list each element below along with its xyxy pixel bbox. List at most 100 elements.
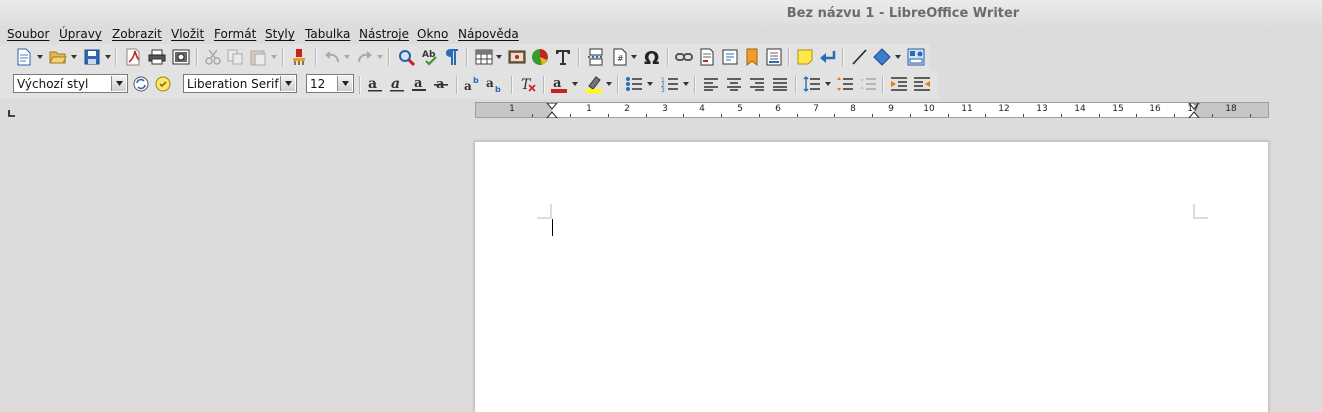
numbering-icon[interactable]: 123 bbox=[659, 73, 681, 95]
ruler-label: 16 bbox=[1149, 104, 1161, 114]
font-name-select[interactable]: Liberation Serif bbox=[183, 74, 297, 93]
new-dropdown-icon[interactable] bbox=[36, 46, 43, 68]
export-pdf-icon[interactable] bbox=[122, 46, 144, 68]
ruler-label: 5 bbox=[737, 104, 743, 114]
field-dropdown-icon[interactable] bbox=[630, 46, 637, 68]
numbering-dropdown-icon[interactable] bbox=[682, 73, 689, 95]
justify-icon[interactable] bbox=[769, 73, 791, 95]
ruler-tick bbox=[947, 114, 949, 117]
paste-icon[interactable] bbox=[247, 46, 269, 68]
clear-formatting-icon[interactable]: T bbox=[517, 73, 539, 95]
menu-upravy[interactable]: Úpravy bbox=[59, 27, 102, 41]
paragraph-style-select[interactable]: Výchozí styl bbox=[13, 74, 128, 93]
bullets-dropdown-icon[interactable] bbox=[646, 73, 653, 95]
left-indent-marker[interactable] bbox=[545, 102, 559, 121]
menu-format[interactable]: Formát bbox=[214, 27, 256, 41]
horizontal-ruler[interactable]: 1 1 2 3 4 5 6 7 8 9 10 11 12 13 14 15 16… bbox=[475, 102, 1269, 121]
print-icon[interactable] bbox=[146, 46, 168, 68]
new-style-icon[interactable] bbox=[152, 73, 174, 95]
table-dropdown-icon[interactable] bbox=[495, 46, 502, 68]
bullets-icon[interactable] bbox=[623, 73, 645, 95]
shapes-dropdown-icon[interactable] bbox=[894, 46, 901, 68]
ruler-label: 15 bbox=[1112, 104, 1124, 114]
undo-dropdown-icon[interactable] bbox=[343, 46, 350, 68]
line-icon[interactable] bbox=[848, 46, 870, 68]
copy-icon[interactable] bbox=[224, 46, 246, 68]
cross-reference-icon[interactable] bbox=[719, 46, 741, 68]
redo-dropdown-icon[interactable] bbox=[376, 46, 383, 68]
underline-icon[interactable]: a bbox=[408, 73, 430, 95]
decrease-paragraph-spacing-icon[interactable] bbox=[857, 73, 879, 95]
shapes-icon[interactable] bbox=[871, 46, 893, 68]
page-break-icon[interactable] bbox=[585, 46, 607, 68]
footnote-icon[interactable] bbox=[696, 46, 718, 68]
spelling-icon[interactable]: Ab bbox=[419, 46, 441, 68]
separator bbox=[282, 48, 284, 66]
align-left-icon[interactable] bbox=[700, 73, 722, 95]
strikethrough-icon[interactable]: a bbox=[430, 73, 452, 95]
paste-dropdown-icon[interactable] bbox=[270, 46, 277, 68]
menu-tabulka[interactable]: Tabulka bbox=[305, 27, 350, 41]
highlighting-dropdown-icon[interactable] bbox=[605, 73, 612, 95]
increase-indent-icon[interactable] bbox=[888, 73, 910, 95]
svg-text:b: b bbox=[473, 76, 479, 85]
print-preview-icon[interactable] bbox=[170, 46, 192, 68]
find-replace-icon[interactable] bbox=[395, 46, 417, 68]
align-right-icon[interactable] bbox=[746, 73, 768, 95]
menu-soubor[interactable]: Soubor bbox=[7, 27, 49, 41]
open-dropdown-icon[interactable] bbox=[70, 46, 77, 68]
comment-icon[interactable] bbox=[794, 46, 816, 68]
cut-icon[interactable] bbox=[202, 46, 224, 68]
tab-type-icon[interactable] bbox=[8, 106, 15, 117]
save-icon[interactable] bbox=[81, 46, 103, 68]
new-document-icon[interactable] bbox=[13, 46, 35, 68]
superscript-icon[interactable]: ab bbox=[462, 73, 484, 95]
ruler-tick bbox=[1136, 114, 1138, 117]
chevron-down-icon[interactable] bbox=[337, 76, 352, 91]
special-character-icon[interactable]: Ω bbox=[641, 46, 663, 68]
line-spacing-icon[interactable] bbox=[801, 73, 823, 95]
formatting-marks-icon[interactable] bbox=[441, 46, 463, 68]
image-icon[interactable] bbox=[506, 46, 528, 68]
decrease-indent-icon[interactable] bbox=[911, 73, 933, 95]
menu-okno[interactable]: Okno bbox=[417, 27, 448, 41]
menu-styly[interactable]: Styly bbox=[265, 27, 295, 41]
font-color-dropdown-icon[interactable] bbox=[571, 73, 578, 95]
field-icon[interactable]: # bbox=[609, 46, 631, 68]
open-icon[interactable] bbox=[47, 46, 69, 68]
font-color-icon[interactable]: a bbox=[548, 73, 570, 95]
menu-zobrazit[interactable]: Zobrazit bbox=[112, 27, 162, 41]
table-icon[interactable] bbox=[473, 46, 495, 68]
subscript-icon[interactable]: ab bbox=[484, 73, 506, 95]
menu-vlozit[interactable]: Vložit bbox=[171, 27, 204, 41]
menu-nastroje[interactable]: Nástroje bbox=[359, 27, 409, 41]
increase-paragraph-spacing-icon[interactable] bbox=[834, 73, 856, 95]
chevron-down-icon[interactable] bbox=[280, 76, 295, 91]
align-center-icon[interactable] bbox=[723, 73, 745, 95]
ruler-tick bbox=[834, 114, 836, 117]
title-bar: Bez názvu 1 - LibreOffice Writer bbox=[0, 0, 1322, 26]
ruler-label: 13 bbox=[1036, 104, 1048, 114]
update-style-icon[interactable] bbox=[130, 73, 152, 95]
bookmark-icon[interactable] bbox=[741, 46, 763, 68]
font-size-select[interactable]: 12 bbox=[306, 74, 354, 93]
text-box-icon[interactable] bbox=[552, 46, 574, 68]
svg-text:a: a bbox=[368, 76, 377, 92]
undo-icon[interactable] bbox=[321, 46, 343, 68]
document-page[interactable] bbox=[474, 141, 1269, 412]
menu-napoveda[interactable]: Nápověda bbox=[458, 27, 519, 41]
hyperlink-icon[interactable] bbox=[673, 46, 695, 68]
chart-icon[interactable] bbox=[529, 46, 551, 68]
track-changes-icon[interactable] bbox=[817, 46, 839, 68]
clone-formatting-icon[interactable] bbox=[288, 46, 310, 68]
basic-shapes-icon[interactable] bbox=[905, 46, 927, 68]
chevron-down-icon[interactable] bbox=[111, 76, 126, 91]
bold-icon[interactable]: a bbox=[364, 73, 386, 95]
redo-icon[interactable] bbox=[354, 46, 376, 68]
save-dropdown-icon[interactable] bbox=[104, 46, 111, 68]
highlighting-icon[interactable] bbox=[583, 73, 605, 95]
italic-icon[interactable]: a bbox=[386, 73, 408, 95]
separator bbox=[196, 48, 198, 66]
endnote-icon[interactable] bbox=[763, 46, 785, 68]
line-spacing-dropdown-icon[interactable] bbox=[824, 73, 831, 95]
